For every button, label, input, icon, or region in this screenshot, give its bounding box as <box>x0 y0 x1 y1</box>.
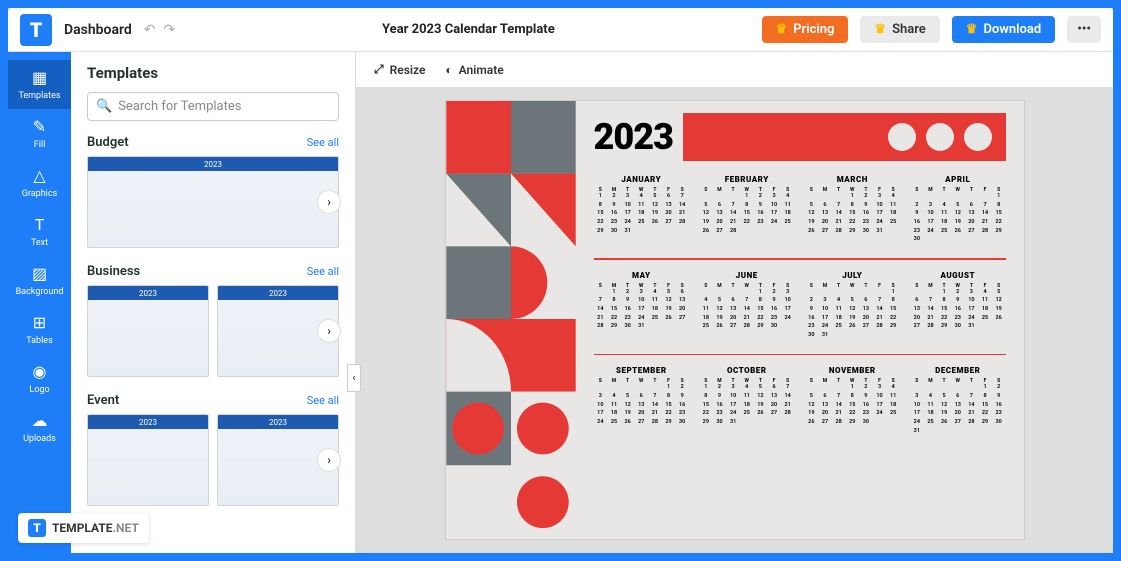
sidebar-item-templates[interactable]: ▦ Templates <box>8 60 71 109</box>
category-title: Budget <box>87 135 129 150</box>
canvas-area: ⤢Resize ◐Animate <box>356 52 1113 553</box>
search-placeholder: Search for Templates <box>118 99 241 114</box>
text-icon: T <box>35 215 45 234</box>
header-circle <box>964 123 992 151</box>
undo-icon[interactable]: ↶ <box>144 22 156 38</box>
month-november: NOVEMBERSMTWTFS1234567891011121314151617… <box>805 366 901 435</box>
design-canvas[interactable]: 2023 JANUARYSMTWTFS123456789101112131415… <box>445 100 1025 540</box>
header-circle <box>926 123 954 151</box>
resize-button[interactable]: ⤢Resize <box>374 62 425 77</box>
sidebar-item-label: Text <box>31 238 48 248</box>
templates-icon: ▦ <box>32 68 47 87</box>
month-january: JANUARYSMTWTFS12345678910111213141516171… <box>594 175 690 244</box>
app-logo[interactable]: T <box>20 14 52 46</box>
sidebar-item-label: Tables <box>26 336 52 346</box>
sidebar-item-graphics[interactable]: △ Graphics <box>8 158 71 207</box>
dashboard-link[interactable]: Dashboard <box>64 22 132 38</box>
month-label: SEPTEMBER <box>594 366 690 375</box>
month-divider <box>594 354 1006 356</box>
template-thumb[interactable]: 2023 <box>87 285 209 377</box>
month-february: FEBRUARYSMTWTFS1234567891011121314151617… <box>699 175 795 244</box>
background-icon: ▨ <box>32 264 47 283</box>
logo-icon: ◉ <box>33 362 47 381</box>
month-october: OCTOBERSMTWTFS12345678910111213141516171… <box>699 366 795 435</box>
sidebar-item-label: Uploads <box>23 434 56 444</box>
month-august: AUGUSTSMTWTFS123456789101112131415161718… <box>910 271 1006 340</box>
month-label: OCTOBER <box>699 366 795 375</box>
category-title: Event <box>87 393 119 408</box>
search-icon: 🔍 <box>96 99 112 114</box>
month-june: JUNESMTWTFS12345678910111213141516171819… <box>699 271 795 340</box>
month-divider <box>594 258 1006 260</box>
sidebar-item-logo[interactable]: ◉ Logo <box>8 354 71 403</box>
calendar-year: 2023 <box>594 116 673 158</box>
sidebar-item-label: Background <box>16 287 64 297</box>
month-march: MARCHSMTWTFS1234567891011121314151617181… <box>805 175 901 244</box>
month-july: JULYSMTWTFS12345678910111213141516171819… <box>805 271 901 340</box>
tables-icon: ⊞ <box>33 313 46 332</box>
brand-logo-icon: T <box>28 519 46 537</box>
download-button[interactable]: ♛Download <box>952 16 1055 43</box>
header-circle <box>888 123 916 151</box>
sidebar-item-label: Templates <box>18 91 60 101</box>
animate-icon: ◐ <box>445 63 452 77</box>
panel-title: Templates <box>87 64 339 82</box>
scroll-right-button[interactable]: › <box>317 448 341 472</box>
month-label: DECEMBER <box>910 366 1006 375</box>
see-all-link[interactable]: See all <box>307 265 339 278</box>
month-april: APRILSMTWTFS1234567891011121314151617181… <box>910 175 1006 244</box>
graphics-icon: △ <box>33 166 45 185</box>
pricing-button[interactable]: ♛Pricing <box>762 16 849 43</box>
month-label: FEBRUARY <box>699 175 795 184</box>
search-input[interactable]: 🔍 Search for Templates <box>87 92 339 121</box>
sidebar-item-label: Graphics <box>22 189 57 199</box>
crown-icon: ♛ <box>966 22 978 37</box>
fill-icon: ✎ <box>33 117 46 136</box>
share-button[interactable]: ♛Share <box>860 16 939 43</box>
left-sidebar: ▦ Templates ✎ Fill △ Graphics T Text ▨ Background… <box>8 52 71 553</box>
month-may: MAYSMTWTFS123456789101112131415161718192… <box>594 271 690 340</box>
sidebar-item-tables[interactable]: ⊞ Tables <box>8 305 71 354</box>
page-title: Year 2023 Calendar Template <box>382 22 555 37</box>
crown-icon: ♛ <box>874 22 886 37</box>
calendar-artwork <box>446 101 576 539</box>
resize-icon: ⤢ <box>374 62 384 77</box>
sidebar-item-background[interactable]: ▨ Background <box>8 256 71 305</box>
collapse-panel-button[interactable]: ‹ <box>347 364 361 392</box>
template-thumb[interactable]: 2023 <box>87 156 339 248</box>
canvas-toolbar: ⤢Resize ◐Animate <box>356 52 1113 88</box>
see-all-link[interactable]: See all <box>307 394 339 407</box>
brand-badge[interactable]: T TEMPLATE.NET <box>18 513 149 543</box>
redo-icon[interactable]: ↷ <box>164 22 176 38</box>
month-september: SEPTEMBERSMTWTFS123456789101112131415161… <box>594 366 690 435</box>
calendar-content: 2023 JANUARYSMTWTFS123456789101112131415… <box>576 101 1024 539</box>
month-label: NOVEMBER <box>805 366 901 375</box>
sidebar-item-text[interactable]: T Text <box>8 207 71 256</box>
category-title: Business <box>87 264 140 279</box>
top-bar: T Dashboard ↶ ↷ Year 2023 Calendar Templ… <box>8 8 1113 52</box>
animate-button[interactable]: ◐Animate <box>445 62 503 77</box>
uploads-icon: ☁ <box>32 411 48 430</box>
sidebar-item-label: Fill <box>34 140 46 150</box>
month-label: AUGUST <box>910 271 1006 280</box>
month-december: DECEMBERSMTWTFS1234567891011121314151617… <box>910 366 1006 435</box>
sidebar-item-uploads[interactable]: ☁ Uploads <box>8 403 71 452</box>
crown-icon: ♛ <box>776 22 788 37</box>
more-button[interactable]: ••• <box>1067 16 1101 43</box>
month-label: JANUARY <box>594 175 690 184</box>
month-label: APRIL <box>910 175 1006 184</box>
month-label: MARCH <box>805 175 901 184</box>
month-label: MAY <box>594 271 690 280</box>
month-label: JULY <box>805 271 901 280</box>
sidebar-item-label: Logo <box>29 385 49 395</box>
see-all-link[interactable]: See all <box>307 136 339 149</box>
scroll-right-button[interactable]: › <box>317 319 341 343</box>
template-thumb[interactable]: 2023 <box>87 414 209 506</box>
sidebar-item-fill[interactable]: ✎ Fill <box>8 109 71 158</box>
templates-panel: Templates 🔍 Search for Templates Budget S… <box>71 52 356 553</box>
month-label: JUNE <box>699 271 795 280</box>
scroll-right-button[interactable]: › <box>317 190 341 214</box>
header-strip <box>683 113 1006 161</box>
